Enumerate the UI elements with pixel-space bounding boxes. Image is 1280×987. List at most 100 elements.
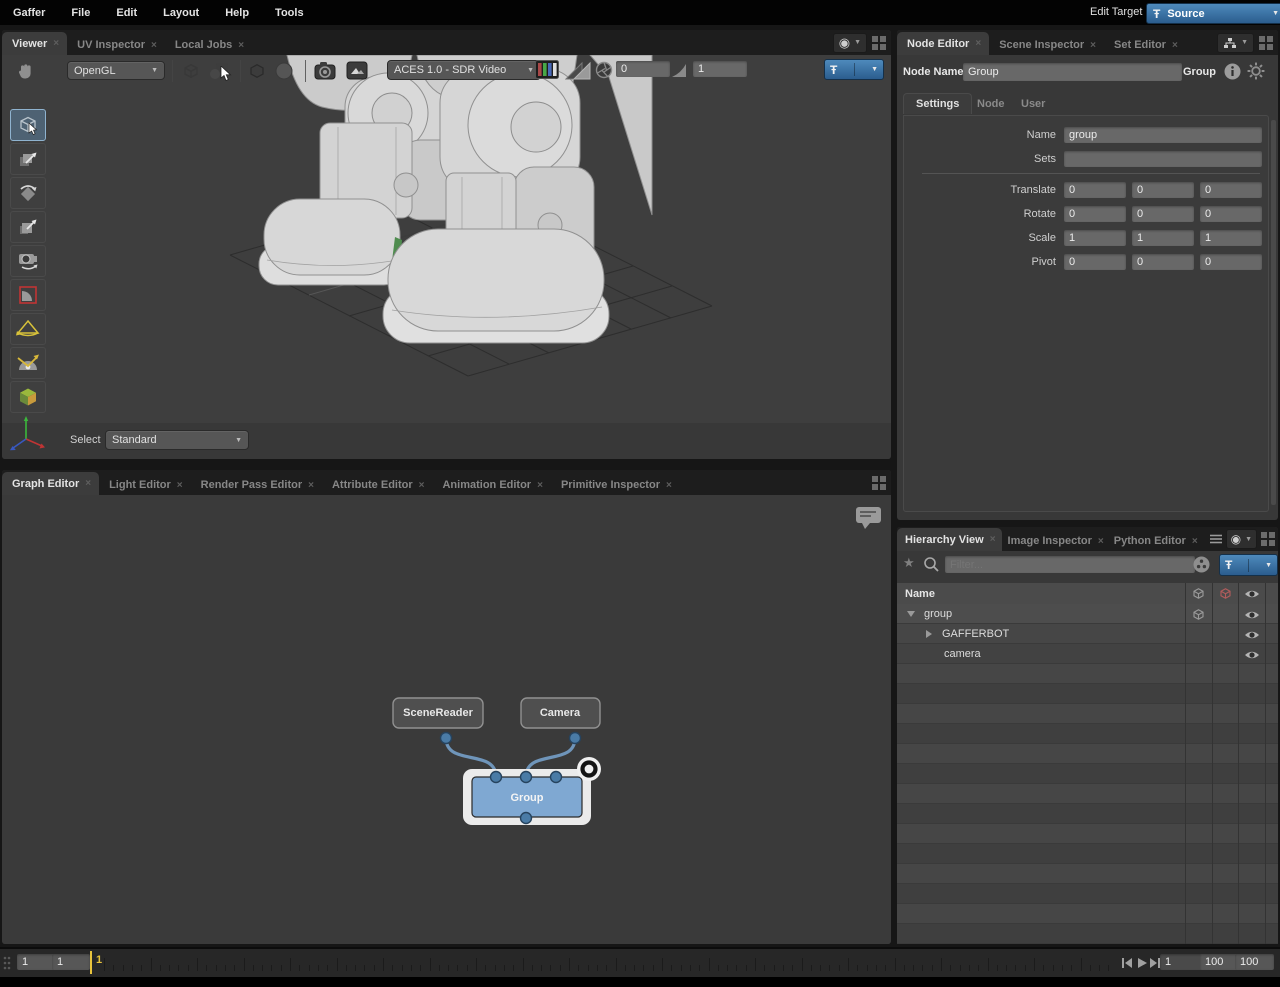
subtab-settings[interactable]: Settings — [903, 93, 973, 114]
eye-icon[interactable] — [1244, 629, 1260, 641]
rotate-z-field[interactable]: 0 — [1200, 206, 1262, 222]
visibility-column-icon[interactable] — [1244, 588, 1260, 600]
menu-lines-icon[interactable] — [1209, 534, 1222, 544]
display-transform-dropdown[interactable]: ACES 1.0 - SDR Video ▼ — [387, 60, 541, 80]
shading-wireframe-icon[interactable] — [181, 61, 201, 81]
close-icon[interactable]: × — [85, 478, 91, 489]
play-icon[interactable] — [1135, 956, 1149, 970]
sets-field[interactable] — [1064, 151, 1262, 167]
layout-grid-icon[interactable] — [872, 476, 886, 490]
translate-y-field[interactable]: 0 — [1132, 182, 1194, 198]
expander-down-icon[interactable] — [907, 610, 915, 617]
tool-crop-window[interactable] — [10, 279, 46, 311]
playback-end-field[interactable]: 100 — [1235, 954, 1274, 970]
frame-field-1[interactable]: 1 — [17, 954, 55, 970]
tool-selection[interactable] — [10, 109, 46, 141]
tab-primitive-inspector[interactable]: Primitive Inspector × — [551, 475, 680, 495]
tab-viewer[interactable]: Viewer × — [2, 32, 68, 55]
layout-grid-icon[interactable] — [1259, 36, 1273, 50]
layout-grid-icon[interactable] — [1261, 532, 1275, 546]
layout-grid-icon[interactable] — [872, 36, 886, 50]
subtab-node[interactable]: Node — [977, 98, 1005, 110]
graph-canvas[interactable]: SceneReader Camera Group — [2, 495, 891, 944]
pivot-x-field[interactable]: 0 — [1064, 254, 1126, 270]
eye-icon[interactable] — [1244, 649, 1260, 661]
translate-x-field[interactable]: 0 — [1064, 182, 1126, 198]
port-scenereader-out[interactable] — [439, 731, 453, 745]
tool-visualiser[interactable] — [10, 381, 46, 413]
close-icon[interactable]: × — [1098, 536, 1104, 547]
tab-set-editor[interactable]: Set Editor × — [1104, 35, 1186, 55]
name-column-header[interactable]: Name — [905, 588, 935, 600]
tab-render-pass-editor[interactable]: Render Pass Editor × — [191, 475, 322, 495]
scale-x-field[interactable]: 1 — [1064, 230, 1126, 246]
tool-camera[interactable] — [10, 245, 46, 277]
close-icon[interactable]: × — [151, 40, 157, 51]
expander-right-icon[interactable] — [926, 629, 932, 638]
hierarchy-row-group[interactable]: group — [897, 604, 1278, 624]
node-editor-mode-button[interactable]: ▼ — [1217, 32, 1254, 53]
menu-edit[interactable]: Edit — [103, 7, 150, 19]
node-scenereader[interactable]: SceneReader — [392, 697, 484, 745]
port-group-in1[interactable] — [519, 770, 533, 784]
viewer-focus-menu-button[interactable]: ◉ ▼ — [832, 32, 867, 53]
close-icon[interactable]: × — [238, 40, 244, 51]
playhead[interactable] — [90, 951, 92, 974]
exclude-cube-column-icon[interactable] — [1218, 586, 1233, 601]
hierarchy-pin-dropdown[interactable]: Ŧ ▼ — [1219, 554, 1278, 576]
tab-python-editor[interactable]: Python Editor × — [1110, 531, 1202, 551]
gamma-field[interactable]: 1 — [693, 61, 747, 77]
tab-attribute-editor[interactable]: Attribute Editor × — [322, 475, 433, 495]
gear-icon[interactable] — [1247, 62, 1265, 80]
contrast-triangles-icon[interactable] — [565, 60, 591, 80]
close-icon[interactable]: × — [990, 534, 996, 545]
tab-scene-inspector[interactable]: Scene Inspector × — [989, 35, 1104, 55]
close-icon[interactable]: × — [308, 480, 314, 491]
tool-translate[interactable] — [10, 143, 46, 175]
tab-hierarchy-view[interactable]: Hierarchy View × — [897, 528, 1002, 551]
renderer-dropdown[interactable]: OpenGL ▼ — [67, 61, 165, 80]
port-group-in2[interactable] — [549, 770, 563, 784]
gamma-icon[interactable] — [671, 63, 687, 78]
pivot-z-field[interactable]: 0 — [1200, 254, 1262, 270]
close-icon[interactable]: × — [1172, 40, 1178, 51]
scale-y-field[interactable]: 1 — [1132, 230, 1194, 246]
menu-help[interactable]: Help — [212, 7, 262, 19]
skip-start-icon[interactable] — [1120, 956, 1134, 970]
close-icon[interactable]: × — [177, 480, 183, 491]
tool-scale[interactable] — [10, 211, 46, 243]
tab-light-editor[interactable]: Light Editor × — [99, 475, 191, 495]
menu-tools[interactable]: Tools — [262, 7, 317, 19]
filter-input[interactable] — [945, 556, 1195, 573]
filter-wheel-icon[interactable] — [1193, 556, 1210, 573]
range-end-field[interactable]: 100 — [1200, 954, 1239, 970]
node-editor-scrollbar[interactable] — [1271, 120, 1276, 505]
select-mode-dropdown[interactable]: Standard ▼ — [105, 430, 249, 450]
annotation-icon[interactable] — [856, 507, 881, 529]
translate-z-field[interactable]: 0 — [1200, 182, 1262, 198]
name-field[interactable]: group — [1064, 127, 1262, 143]
rotate-x-field[interactable]: 0 — [1064, 206, 1126, 222]
port-camera-out[interactable] — [568, 731, 582, 745]
focus-ring-icon[interactable] — [580, 760, 598, 778]
tab-graph-editor[interactable]: Graph Editor × — [2, 472, 100, 495]
close-icon[interactable]: × — [1192, 536, 1198, 547]
close-icon[interactable]: × — [975, 38, 981, 49]
tab-image-inspector[interactable]: Image Inspector × — [1002, 531, 1110, 551]
tool-light-position[interactable] — [10, 347, 46, 379]
tab-uv-inspector[interactable]: UV Inspector × — [67, 35, 165, 55]
port-group-in0[interactable] — [489, 770, 503, 784]
tab-node-editor[interactable]: Node Editor × — [897, 32, 990, 55]
node-group[interactable]: Group — [463, 757, 601, 825]
tab-animation-editor[interactable]: Animation Editor × — [432, 475, 550, 495]
frame-field-2[interactable]: 1 — [52, 954, 90, 970]
pan-hand-icon[interactable] — [15, 60, 37, 82]
close-icon[interactable]: × — [1090, 40, 1096, 51]
image-output-icon[interactable] — [345, 60, 369, 82]
subtab-user[interactable]: User — [1021, 98, 1045, 110]
scale-z-field[interactable]: 1 — [1200, 230, 1262, 246]
solid-cube-icon[interactable] — [247, 61, 267, 81]
info-icon[interactable] — [1224, 63, 1241, 80]
close-icon[interactable]: × — [537, 480, 543, 491]
close-icon[interactable]: × — [666, 480, 672, 491]
